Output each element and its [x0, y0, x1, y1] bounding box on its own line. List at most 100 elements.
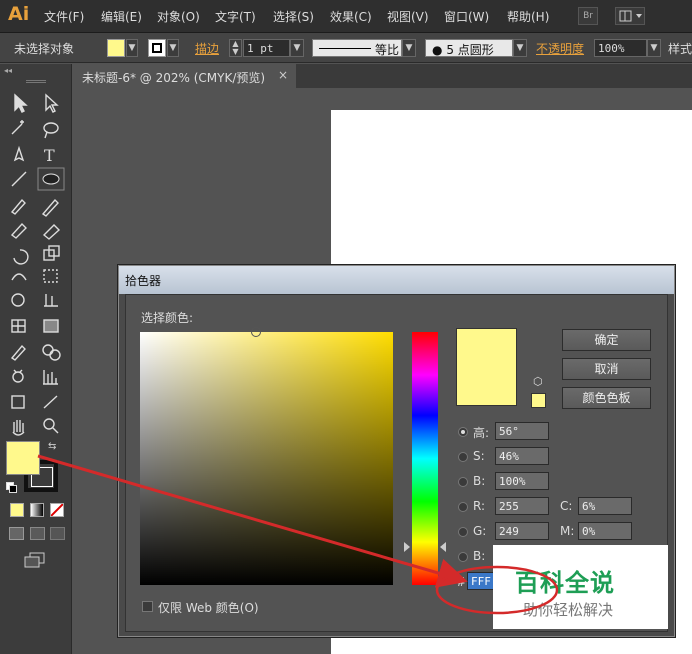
stroke-weight-input[interactable]: 1 pt	[243, 39, 290, 57]
bridge-button[interactable]: Br	[578, 7, 598, 25]
free-transform-tool[interactable]	[40, 274, 60, 294]
draw-normal-button[interactable]	[9, 527, 24, 540]
menu-edit[interactable]: 编辑(E)	[101, 8, 142, 25]
color-swatches-button[interactable]: 颜色色板	[562, 387, 651, 409]
hue-radio[interactable]	[458, 427, 468, 437]
width-tool[interactable]	[10, 274, 30, 294]
variable-width-profile[interactable]: 等比	[312, 39, 402, 57]
gradient-mode-button[interactable]	[30, 503, 44, 517]
red-input[interactable]: 255	[495, 497, 549, 515]
menu-file[interactable]: 文件(F)	[44, 8, 84, 25]
column-graph-tool[interactable]	[40, 374, 60, 394]
menu-select[interactable]: 选择(S)	[273, 8, 314, 25]
saturation-brightness-field[interactable]	[140, 332, 393, 585]
gamut-color-swatch[interactable]	[531, 393, 546, 408]
cyan-input[interactable]: 6%	[578, 497, 632, 515]
scale-tool[interactable]	[40, 248, 60, 268]
profile-line	[319, 48, 371, 49]
pen-tool[interactable]	[10, 144, 30, 164]
ok-button[interactable]: 确定	[562, 329, 651, 351]
blue-label: B:	[473, 549, 486, 563]
gradient-tool[interactable]	[40, 322, 60, 342]
fill-dropdown[interactable]: ▼	[126, 39, 138, 57]
slice-tool[interactable]	[40, 398, 60, 418]
artboard-tool[interactable]	[10, 398, 30, 418]
style-label[interactable]: 样式	[668, 40, 692, 57]
workspace-icon	[619, 10, 642, 22]
blob-brush-tool[interactable]	[10, 222, 30, 242]
menu-help[interactable]: 帮助(H)	[507, 8, 549, 25]
tab-close-icon[interactable]: ×	[278, 68, 288, 82]
out-of-gamut-icon[interactable]: ⬡	[533, 375, 543, 388]
cancel-button[interactable]: 取消	[562, 358, 651, 380]
ellipse-tool[interactable]	[40, 170, 60, 190]
brightness-radio[interactable]	[458, 477, 468, 487]
eraser-tool[interactable]	[40, 222, 60, 242]
zoom-tool[interactable]	[40, 422, 60, 442]
menu-effect[interactable]: 效果(C)	[330, 8, 372, 25]
workspace-switcher-button[interactable]	[615, 7, 645, 25]
rotate-tool[interactable]	[10, 248, 30, 268]
stroke-weight-stepper[interactable]: ▲ ▼	[229, 39, 242, 57]
menu-window[interactable]: 窗口(W)	[444, 8, 489, 25]
line-tool[interactable]	[10, 170, 30, 190]
mesh-tool[interactable]	[10, 322, 30, 342]
hand-tool[interactable]	[10, 422, 30, 442]
none-icon	[50, 503, 64, 517]
eyedropper-tool[interactable]	[10, 348, 30, 368]
red-radio[interactable]	[458, 502, 468, 512]
profile-dropdown[interactable]: ▼	[402, 39, 416, 57]
opacity-label[interactable]: 不透明度	[536, 40, 584, 57]
saturation-input[interactable]: 46%	[495, 447, 549, 465]
menu-type[interactable]: 文字(T)	[215, 8, 256, 25]
menu-view[interactable]: 视图(V)	[387, 8, 429, 25]
document-tab[interactable]: 未标题-6* @ 202% (CMYK/预览)	[74, 64, 296, 88]
type-tool[interactable]	[40, 144, 60, 164]
web-colors-checkbox[interactable]	[142, 601, 153, 612]
stroke-swatch[interactable]	[148, 39, 166, 57]
symbol-sprayer-tool[interactable]	[10, 374, 30, 394]
default-colors-icon[interactable]	[6, 482, 17, 493]
swap-colors-icon[interactable]: ⇆	[48, 441, 56, 452]
screen-mode-button[interactable]	[24, 552, 46, 568]
collapse-icon[interactable]: ◂◂	[4, 66, 12, 75]
stroke-dropdown[interactable]: ▼	[167, 39, 179, 57]
none-mode-button[interactable]	[50, 503, 64, 517]
hue-input[interactable]: 56°	[495, 422, 549, 440]
stroke-label[interactable]: 描边	[195, 40, 219, 57]
fill-color-box[interactable]	[6, 441, 40, 475]
green-radio[interactable]	[458, 527, 468, 537]
fill-swatch[interactable]	[107, 39, 125, 57]
opacity-dropdown[interactable]: ▼	[647, 39, 661, 57]
menu-object[interactable]: 对象(O)	[157, 8, 200, 25]
lasso-tool[interactable]	[40, 118, 60, 138]
brightness-input[interactable]: 100%	[495, 472, 549, 490]
watermark-title: 百科全说	[515, 569, 615, 597]
direct-selection-tool[interactable]	[40, 92, 60, 112]
hue-slider[interactable]	[412, 332, 438, 585]
magic-wand-tool[interactable]	[10, 118, 30, 138]
color-picker-cursor[interactable]	[251, 327, 261, 337]
blend-tool[interactable]	[40, 348, 60, 368]
perspective-grid-tool[interactable]	[40, 300, 60, 320]
shape-builder-tool[interactable]	[10, 300, 30, 320]
stroke-weight-dropdown[interactable]: ▼	[290, 39, 304, 57]
paintbrush-tool[interactable]	[10, 196, 30, 216]
brush-dropdown[interactable]: ▼	[513, 39, 527, 57]
saturation-radio[interactable]	[458, 452, 468, 462]
draw-behind-button[interactable]	[30, 527, 45, 540]
green-input[interactable]: 249	[495, 522, 549, 540]
hex-label: #	[456, 575, 467, 589]
blue-radio[interactable]	[458, 552, 468, 562]
panel-grip[interactable]	[26, 80, 46, 83]
hue-slider-left-arrow[interactable]	[404, 542, 410, 552]
draw-inside-button[interactable]	[50, 527, 65, 540]
color-mode-button[interactable]	[10, 503, 24, 517]
brush-definition[interactable]: ● 5 点圆形	[425, 39, 513, 57]
opacity-input[interactable]: 100%	[594, 39, 647, 57]
hue-slider-right-arrow[interactable]	[440, 542, 446, 552]
magenta-input[interactable]: 0%	[578, 522, 632, 540]
selection-tool[interactable]	[10, 92, 30, 112]
pencil-tool[interactable]	[40, 196, 60, 216]
cyan-label: C:	[560, 499, 573, 513]
